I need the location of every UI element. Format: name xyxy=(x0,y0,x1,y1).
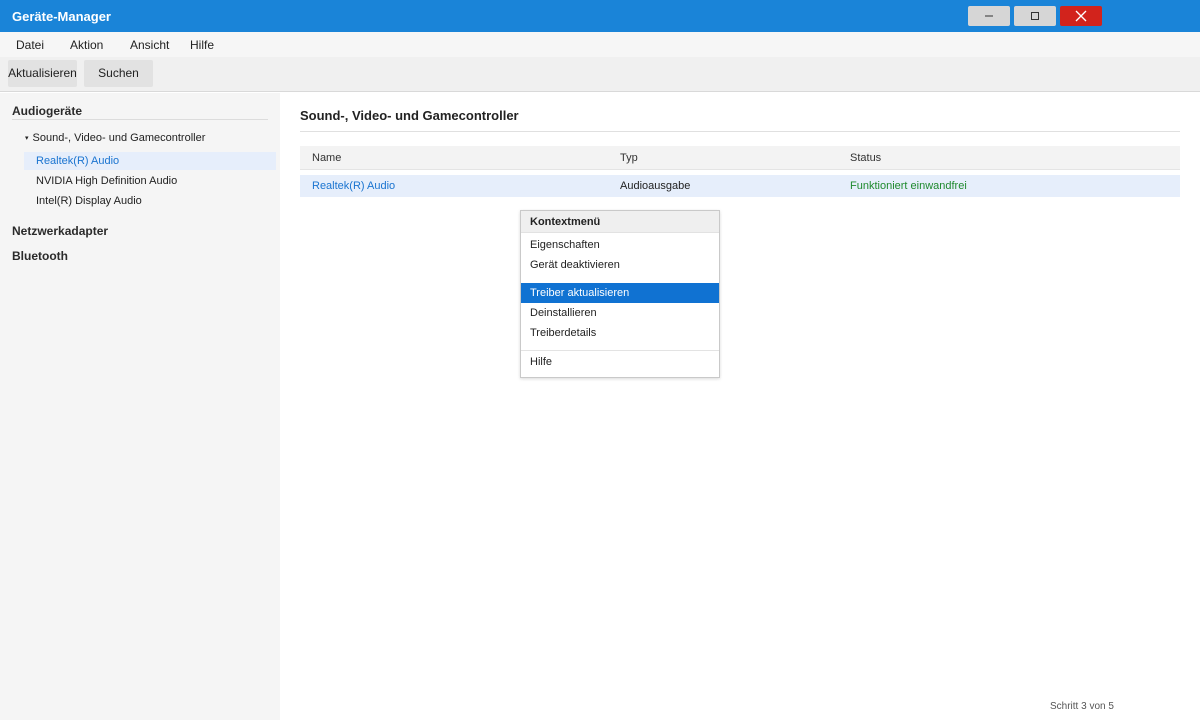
category-network-adapters[interactable]: Netzwerkadapter xyxy=(12,224,108,238)
context-menu-title: Kontextmenü xyxy=(521,211,719,233)
tree-group-label: Sound-, Video- und Gamecontroller xyxy=(32,132,206,144)
menu-ansicht[interactable]: Ansicht xyxy=(130,38,169,52)
column-header-status[interactable]: Status xyxy=(850,152,881,164)
context-menu-separator xyxy=(521,350,719,351)
close-icon xyxy=(1075,10,1087,22)
category-audio[interactable]: Audiogeräte xyxy=(12,104,82,118)
tree-group-sound-video-game[interactable]: ▾ Sound-, Video- und Gamecontroller xyxy=(25,132,205,144)
tree-item-nvidia-hd-audio[interactable]: NVIDIA High Definition Audio xyxy=(24,172,276,190)
context-menu: Kontextmenü Eigenschaften Gerät deaktivi… xyxy=(520,210,720,378)
search-button[interactable]: Suchen xyxy=(84,60,153,87)
window-title: Geräte-Manager xyxy=(12,9,111,24)
page-title: Sound-, Video- und Gamecontroller xyxy=(300,108,519,123)
title-divider xyxy=(300,131,1180,132)
menu-hilfe[interactable]: Hilfe xyxy=(190,38,214,52)
cell-device-type: Audioausgabe xyxy=(620,180,691,192)
sidebar-divider xyxy=(12,119,268,120)
column-header-type[interactable]: Typ xyxy=(620,152,638,164)
close-button[interactable] xyxy=(1060,6,1102,26)
menu-bar: Datei Aktion Ansicht Hilfe xyxy=(0,32,1200,57)
table-row[interactable]: Realtek(R) Audio Audioausgabe Funktionie… xyxy=(300,175,1180,197)
minimize-button[interactable] xyxy=(968,6,1010,26)
menu-aktion[interactable]: Aktion xyxy=(70,38,103,52)
maximize-button[interactable] xyxy=(1014,6,1056,26)
table-header: Name Typ Status xyxy=(300,146,1180,170)
context-item-uninstall[interactable]: Deinstallieren xyxy=(521,303,719,323)
maximize-icon xyxy=(1031,12,1039,20)
step-indicator: Schritt 3 von 5 xyxy=(1050,701,1114,712)
cell-device-name: Realtek(R) Audio xyxy=(312,180,396,192)
minimize-icon xyxy=(985,15,993,17)
menu-datei[interactable]: Datei xyxy=(16,38,44,52)
context-item-disable-device[interactable]: Gerät deaktivieren xyxy=(521,255,719,275)
context-item-help[interactable]: Hilfe xyxy=(521,352,719,372)
tree-item-realtek-audio[interactable]: Realtek(R) Audio xyxy=(24,152,276,170)
cell-device-status: Funktioniert einwandfrei xyxy=(850,180,967,192)
refresh-button[interactable]: Aktualisieren xyxy=(8,60,77,87)
context-item-update-driver[interactable]: Treiber aktualisieren xyxy=(521,283,719,303)
category-bluetooth[interactable]: Bluetooth xyxy=(12,249,68,263)
tree-item-intel-display-audio[interactable]: Intel(R) Display Audio xyxy=(24,192,276,210)
expand-caret-icon[interactable]: ▾ xyxy=(25,135,29,142)
context-item-driver-details[interactable]: Treiberdetails xyxy=(521,323,719,343)
toolbar: Aktualisieren Suchen xyxy=(0,57,1200,92)
context-item-properties[interactable]: Eigenschaften xyxy=(521,235,719,255)
column-header-name[interactable]: Name xyxy=(312,152,341,164)
title-bar: Geräte-Manager xyxy=(0,0,1200,32)
